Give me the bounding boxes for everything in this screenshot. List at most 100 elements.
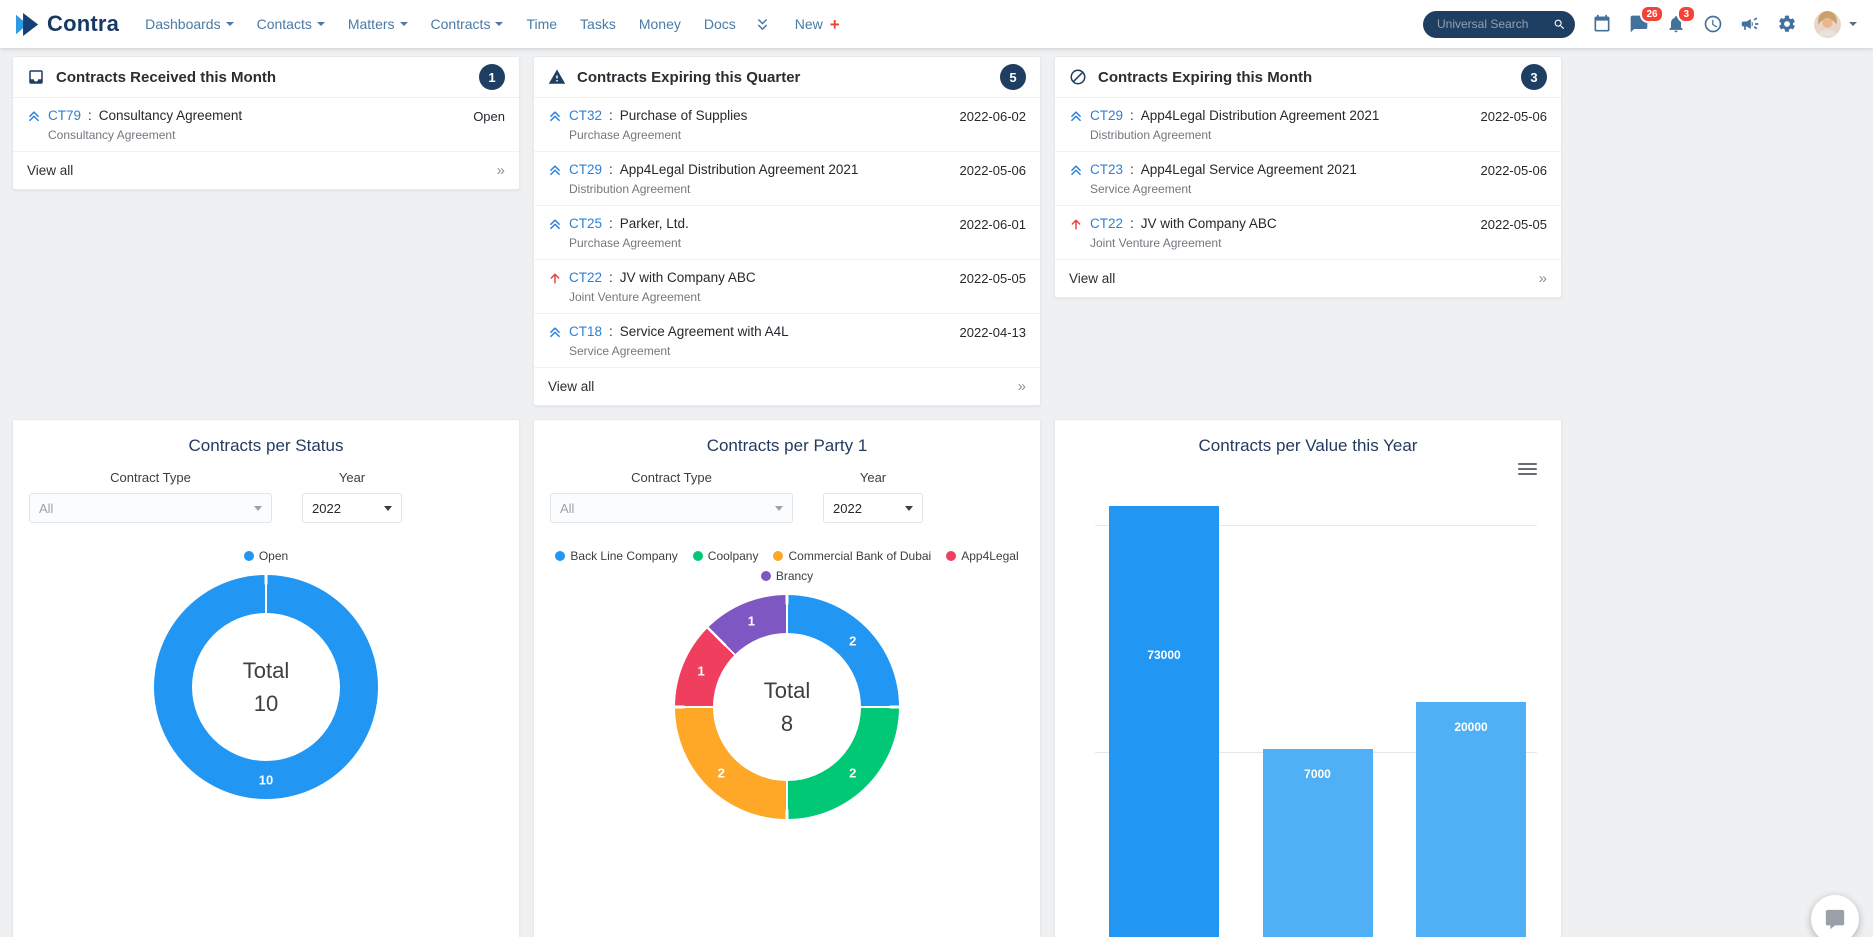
nav-item-matters[interactable]: Matters bbox=[348, 16, 408, 32]
contract-row[interactable]: CT22: JV with Company ABC Joint Venture A… bbox=[1055, 206, 1561, 260]
legend-item[interactable]: Open bbox=[243, 549, 288, 563]
app-logo[interactable]: Contra bbox=[14, 11, 119, 37]
contract-row-main: CT79: Consultancy Agreement Consultancy A… bbox=[27, 108, 242, 142]
type-select[interactable]: All bbox=[29, 493, 272, 523]
contract-name: JV with Company ABC bbox=[619, 270, 756, 285]
nav-overflow-button[interactable] bbox=[756, 17, 769, 32]
chart-card-bar: Contracts per Value this Year 73000 7000 20… bbox=[1054, 419, 1562, 937]
notifications-button[interactable]: 3 bbox=[1666, 5, 1696, 34]
contract-row[interactable]: CT29: App4Legal Distribution Agreement 2… bbox=[1055, 98, 1561, 152]
user-avatar[interactable] bbox=[1814, 10, 1841, 38]
view-all-link[interactable]: View all bbox=[13, 152, 519, 189]
contract-row-line: CT22: JV with Company ABC bbox=[1069, 216, 1277, 231]
donut-chart[interactable]: 2 2 2 1 1 Total 8 bbox=[675, 595, 899, 819]
type-select[interactable]: All bbox=[550, 493, 793, 523]
calendar-button[interactable] bbox=[1592, 14, 1612, 34]
contract-id-link[interactable]: CT29 bbox=[1090, 108, 1123, 123]
contract-row[interactable]: CT32: Purchase of Supplies Purchase Agree… bbox=[534, 98, 1040, 152]
id-separator: : bbox=[88, 108, 92, 123]
contract-row[interactable]: CT23: App4Legal Service Agreement 2021 Se… bbox=[1055, 152, 1561, 206]
year-select[interactable]: 2022 bbox=[823, 493, 923, 523]
type-select-value: All bbox=[560, 500, 575, 516]
contract-row-main: CT32: Purchase of Supplies Purchase Agree… bbox=[548, 108, 747, 142]
page: Contra Dashboards Contacts Matters Contract… bbox=[0, 0, 1873, 937]
segment-value-label: 1 bbox=[747, 613, 756, 629]
contract-row-right-value: 2022-05-05 bbox=[1480, 217, 1548, 232]
contract-row[interactable]: CT25: Parker, Ltd. Purchase Agreement 2022… bbox=[534, 206, 1040, 260]
donut-chart[interactable]: 10 Total 10 bbox=[154, 575, 378, 799]
nav-item-tasks[interactable]: Tasks bbox=[580, 16, 616, 32]
contract-id-link[interactable]: CT32 bbox=[569, 108, 602, 123]
contract-id-link[interactable]: CT18 bbox=[569, 324, 602, 339]
contract-id-link[interactable]: CT23 bbox=[1090, 162, 1123, 177]
contract-id-link[interactable]: CT25 bbox=[569, 216, 602, 231]
summary-card-header: Contracts Expiring this Month 3 bbox=[1055, 57, 1561, 98]
contract-name: JV with Company ABC bbox=[1140, 216, 1277, 231]
recent-activity-button[interactable] bbox=[1703, 14, 1723, 34]
year-filter: Year 2022 bbox=[302, 470, 402, 523]
settings-button[interactable] bbox=[1777, 14, 1797, 34]
legend-item[interactable]: Back Line Company bbox=[555, 549, 678, 563]
select-caret-icon bbox=[905, 505, 913, 511]
messages-button[interactable]: 26 bbox=[1629, 5, 1665, 34]
year-filter: Year 2022 bbox=[823, 470, 923, 523]
select-caret-icon bbox=[254, 505, 262, 511]
contract-row[interactable]: CT29: App4Legal Distribution Agreement 2… bbox=[534, 152, 1040, 206]
contract-row-main: CT23: App4Legal Service Agreement 2021 Se… bbox=[1069, 162, 1357, 196]
nav-item-label: Docs bbox=[703, 16, 736, 32]
donut-center-label: Total bbox=[242, 657, 290, 683]
contract-name: Parker, Ltd. bbox=[619, 216, 689, 231]
legend-item[interactable]: App4Legal bbox=[946, 549, 1019, 563]
segment-value-label: 2 bbox=[717, 765, 725, 781]
contract-row[interactable]: CT79: Consultancy Agreement Consultancy A… bbox=[13, 98, 519, 152]
nav-item-time[interactable]: Time bbox=[526, 16, 557, 32]
universal-search[interactable] bbox=[1423, 10, 1575, 38]
search-input[interactable] bbox=[1435, 16, 1553, 32]
contract-row[interactable]: CT18: Service Agreement with A4L Service … bbox=[534, 314, 1040, 368]
chart-card-pie: Contracts per Party 1 Contract Type All Yea… bbox=[533, 419, 1041, 937]
contract-type-label: Purchase Agreement bbox=[569, 236, 682, 250]
view-all-link[interactable]: View all bbox=[1055, 260, 1561, 297]
legend-label: App4Legal bbox=[961, 549, 1019, 563]
warning-icon bbox=[548, 69, 566, 84]
contract-row[interactable]: CT22: JV with Company ABC Joint Venture A… bbox=[534, 260, 1040, 314]
bar[interactable]: 7000 bbox=[1262, 749, 1373, 937]
bar[interactable]: 20000 bbox=[1416, 702, 1526, 937]
summary-cards-row: Contracts Received this Month 1 CT79: Cons… bbox=[12, 56, 1861, 406]
contract-name: Service Agreement with A4L bbox=[619, 324, 789, 339]
nav-item-contracts[interactable]: Contracts bbox=[431, 16, 504, 32]
legend-item[interactable]: Coolpany bbox=[692, 549, 758, 563]
nav-item-contacts[interactable]: Contacts bbox=[257, 16, 325, 32]
legend-item[interactable]: Brancy bbox=[760, 569, 813, 583]
nav-item-dashboards[interactable]: Dashboards bbox=[145, 16, 234, 32]
double-chevron-down-icon bbox=[757, 18, 767, 30]
donut-wrap: 2 2 2 1 1 Total 8 bbox=[534, 595, 1040, 819]
top-navbar: Contra Dashboards Contacts Matters Contract… bbox=[0, 0, 1873, 48]
profile-menu-caret[interactable] bbox=[1849, 22, 1857, 26]
chart-menu-button[interactable] bbox=[1518, 460, 1537, 478]
view-all-link[interactable]: View all bbox=[534, 368, 1040, 405]
priority-urgent-icon bbox=[1071, 219, 1081, 230]
nav-item-money[interactable]: Money bbox=[639, 16, 681, 32]
chart-legend: Back Line Company Coolpany Commercial Bank… bbox=[534, 549, 1040, 583]
count-badge: 1 bbox=[479, 64, 505, 90]
contract-id-link[interactable]: CT79 bbox=[48, 108, 81, 123]
block-icon bbox=[1070, 69, 1086, 85]
segment-value-label: 2 bbox=[849, 633, 857, 649]
contract-id-link[interactable]: CT22 bbox=[1090, 216, 1123, 231]
bar-value-label: 7000 bbox=[1304, 767, 1331, 781]
new-button[interactable]: New + bbox=[795, 16, 840, 33]
chat-launcher-button[interactable] bbox=[1811, 895, 1859, 937]
contract-id-link[interactable]: CT29 bbox=[569, 162, 602, 177]
legend-item[interactable]: Commercial Bank of Dubai bbox=[773, 549, 931, 563]
view-all-label: View all bbox=[1069, 271, 1116, 286]
contract-id-link[interactable]: CT22 bbox=[569, 270, 602, 285]
announcements-button[interactable] bbox=[1740, 14, 1760, 34]
dropdown-caret-icon bbox=[316, 22, 325, 26]
legend-label: Back Line Company bbox=[570, 549, 678, 563]
nav-item-docs[interactable]: Docs bbox=[704, 16, 736, 32]
avatar-image bbox=[1814, 10, 1841, 38]
bar[interactable]: 73000 bbox=[1109, 506, 1219, 937]
year-select[interactable]: 2022 bbox=[302, 493, 402, 523]
legend-dot bbox=[555, 551, 566, 561]
